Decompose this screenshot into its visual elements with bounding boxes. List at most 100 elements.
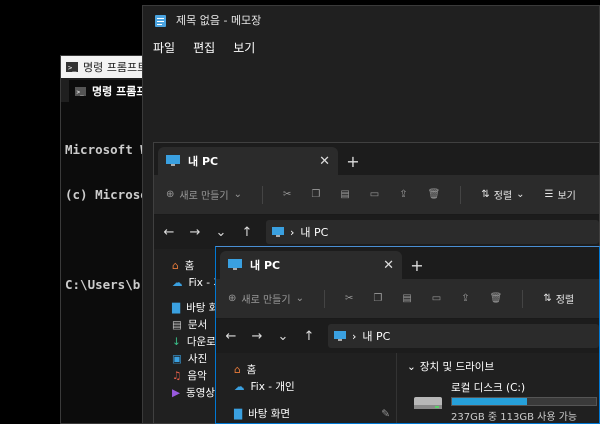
desktop-icon: ▇ xyxy=(172,301,181,314)
address-bar[interactable]: › 내 PC xyxy=(328,324,599,348)
paste-icon[interactable]: ▤ xyxy=(340,189,349,200)
close-tab-icon[interactable]: ✕ xyxy=(319,154,330,169)
sort-button[interactable]: ⇅ 정렬 xyxy=(543,291,574,306)
sidebar-item-label: 바탕 화면 xyxy=(248,408,291,420)
cmd-titlebar[interactable]: >_ 명령 프롬프트 xyxy=(61,56,149,78)
sort-icon: ⇅ xyxy=(481,189,490,200)
monitor-icon xyxy=(334,331,346,341)
pin-icon[interactable]: ✎ xyxy=(381,408,390,420)
content-pane: ⌄ 장치 및 드라이브 로컬 디스크 (C:) 237GB 중 113GB 사용… xyxy=(396,353,599,423)
monitor-icon xyxy=(272,227,284,237)
sort-label: 정렬 xyxy=(493,191,513,202)
cmd-prompt: C:\Users\b xyxy=(65,277,141,292)
chevron-down-icon: ⌄ xyxy=(516,189,525,200)
breadcrumb-path: 내 PC xyxy=(362,330,391,343)
picture-icon: ▣ xyxy=(172,352,182,365)
delete-icon[interactable]: 🗑 xyxy=(490,293,503,304)
breadcrumb-chevron-icon: › xyxy=(290,225,295,239)
view-label: 보기 xyxy=(557,191,576,202)
menu-file[interactable]: 파일 xyxy=(153,39,175,56)
cmd-line: (c) Microsoft xyxy=(65,187,149,202)
toolbar-divider xyxy=(460,185,462,204)
explorer-tab-label: 내 PC xyxy=(188,155,219,168)
cmd-line xyxy=(65,232,145,247)
cmd-tabbar: >_ 명령 프롬프트 xyxy=(61,78,149,102)
monitor-icon xyxy=(166,155,180,167)
sidebar-item-home[interactable]: ⌂ 홈 xyxy=(216,361,396,378)
breadcrumb-path: 내 PC xyxy=(300,226,329,239)
share-icon[interactable]: ⇪ xyxy=(461,293,469,304)
explorer-tab[interactable]: 내 PC ✕ xyxy=(158,147,338,175)
explorer-tab-label: 내 PC xyxy=(250,259,281,272)
rename-icon[interactable]: ▭ xyxy=(370,189,379,200)
sort-icon: ⇅ xyxy=(543,293,552,304)
sidebar-item-label: 홈 xyxy=(246,364,257,376)
cmd-window[interactable]: >_ 명령 프롬프트 >_ 명령 프롬프트 Microsoft Windows … xyxy=(60,55,150,424)
address-bar[interactable]: › 내 PC xyxy=(266,220,599,244)
delete-icon[interactable]: 🗑 xyxy=(428,189,441,200)
sidebar-item-onedrive[interactable]: ☁ Fix - 개인 xyxy=(216,378,396,395)
up-arrow-icon[interactable]: ↑ xyxy=(302,329,316,344)
home-icon: ⌂ xyxy=(172,259,179,272)
sidebar-item-desktop[interactable]: ▇ 바탕 화면 ✎ xyxy=(216,405,396,422)
copy-icon[interactable]: ❐ xyxy=(373,293,382,304)
drive-usage-bar xyxy=(451,397,597,406)
rename-icon[interactable]: ▭ xyxy=(432,293,441,304)
back-arrow-icon[interactable]: ← xyxy=(224,329,238,344)
cut-icon[interactable]: ✂ xyxy=(283,189,291,200)
plus-circle-icon: ⊕ xyxy=(166,189,175,200)
view-button[interactable]: ☰ 보기 xyxy=(545,187,576,202)
new-button-label: 새로 만들기 xyxy=(179,191,229,202)
cmd-output[interactable]: Microsoft Windows (c) Microsoft C:\Users… xyxy=(61,102,149,332)
music-icon: ♫ xyxy=(172,369,182,382)
explorer-toolbar: ⊕ 새로 만들기 ⌄ ✂ ❐ ▤ ▭ ⇪ 🗑 ⇅ 정렬 xyxy=(216,279,599,319)
cmd-tab[interactable]: >_ 명령 프롬프트 xyxy=(69,80,149,102)
explorer-body: ⌂ 홈 ☁ Fix - 개인 ▇ 바탕 화면 ✎ ⌄ 장치 및 드라이브 로컬 디스크 … xyxy=(216,353,599,423)
cut-icon[interactable]: ✂ xyxy=(345,293,353,304)
chevron-down-icon: ⌄ xyxy=(233,189,242,200)
terminal-icon: >_ xyxy=(66,62,78,72)
sort-button[interactable]: ⇅ 정렬 ⌄ xyxy=(481,187,524,202)
new-button[interactable]: ⊕ 새로 만들기 ⌄ xyxy=(228,291,304,306)
view-icon: ☰ xyxy=(544,189,554,200)
home-icon: ⌂ xyxy=(234,363,241,376)
new-tab-button[interactable]: + xyxy=(402,251,432,279)
svg-text:>_: >_ xyxy=(77,89,85,96)
explorer-window-front[interactable]: 내 PC ✕ + ⊕ 새로 만들기 ⌄ ✂ ❐ ▤ ▭ ⇪ 🗑 ⇅ 정렬 ← →… xyxy=(215,246,600,424)
menu-edit[interactable]: 편집 xyxy=(193,39,215,56)
new-button[interactable]: ⊕ 새로 만들기 ⌄ xyxy=(166,187,242,202)
copy-icon[interactable]: ❐ xyxy=(311,189,320,200)
notepad-icon xyxy=(155,14,166,27)
back-arrow-icon[interactable]: ← xyxy=(162,225,176,240)
drive-icon xyxy=(413,391,443,413)
share-icon[interactable]: ⇪ xyxy=(399,189,407,200)
sidebar-item-label: 문서 xyxy=(187,319,208,331)
up-arrow-icon[interactable]: ↑ xyxy=(240,225,254,240)
download-icon: ↓ xyxy=(172,335,181,348)
explorer-tabstrip: 내 PC ✕ + xyxy=(216,247,599,279)
desktop-icon: ▇ xyxy=(234,407,243,420)
recent-chevron-icon[interactable]: ⌄ xyxy=(276,329,290,344)
drive-item[interactable]: 로컬 디스크 (C:) 237GB 중 113GB 사용 가능 xyxy=(407,380,599,423)
drive-name: 로컬 디스크 (C:) xyxy=(451,382,526,394)
address-bar-row: ← → ⌄ ↑ › 내 PC xyxy=(154,215,599,249)
drive-usage-text: 237GB 중 113GB 사용 가능 xyxy=(451,412,578,423)
forward-arrow-icon[interactable]: → xyxy=(250,329,264,344)
notepad-titlebar[interactable]: 제목 없음 - 메모장 xyxy=(143,6,599,34)
cmd-line: Microsoft Windows xyxy=(65,142,149,157)
explorer-tab[interactable]: 내 PC ✕ xyxy=(220,251,402,279)
section-header[interactable]: ⌄ 장치 및 드라이브 xyxy=(407,359,599,374)
explorer-tabstrip: 내 PC ✕ + xyxy=(154,143,599,175)
new-tab-button[interactable]: + xyxy=(338,147,368,175)
sort-label: 정렬 xyxy=(555,295,575,306)
notepad-title: 제목 없음 - 메모장 xyxy=(176,14,262,27)
close-tab-icon[interactable]: ✕ xyxy=(383,258,394,273)
sidebar-item-label: 동영상 xyxy=(186,387,216,399)
address-bar-row: ← → ⌄ ↑ › 내 PC xyxy=(216,319,599,353)
menu-view[interactable]: 보기 xyxy=(233,39,255,56)
recent-chevron-icon[interactable]: ⌄ xyxy=(214,225,228,240)
paste-icon[interactable]: ▤ xyxy=(402,293,411,304)
toolbar-divider xyxy=(261,185,263,204)
sidebar-item-label: Fix - 개인 xyxy=(250,381,295,393)
forward-arrow-icon[interactable]: → xyxy=(188,225,202,240)
